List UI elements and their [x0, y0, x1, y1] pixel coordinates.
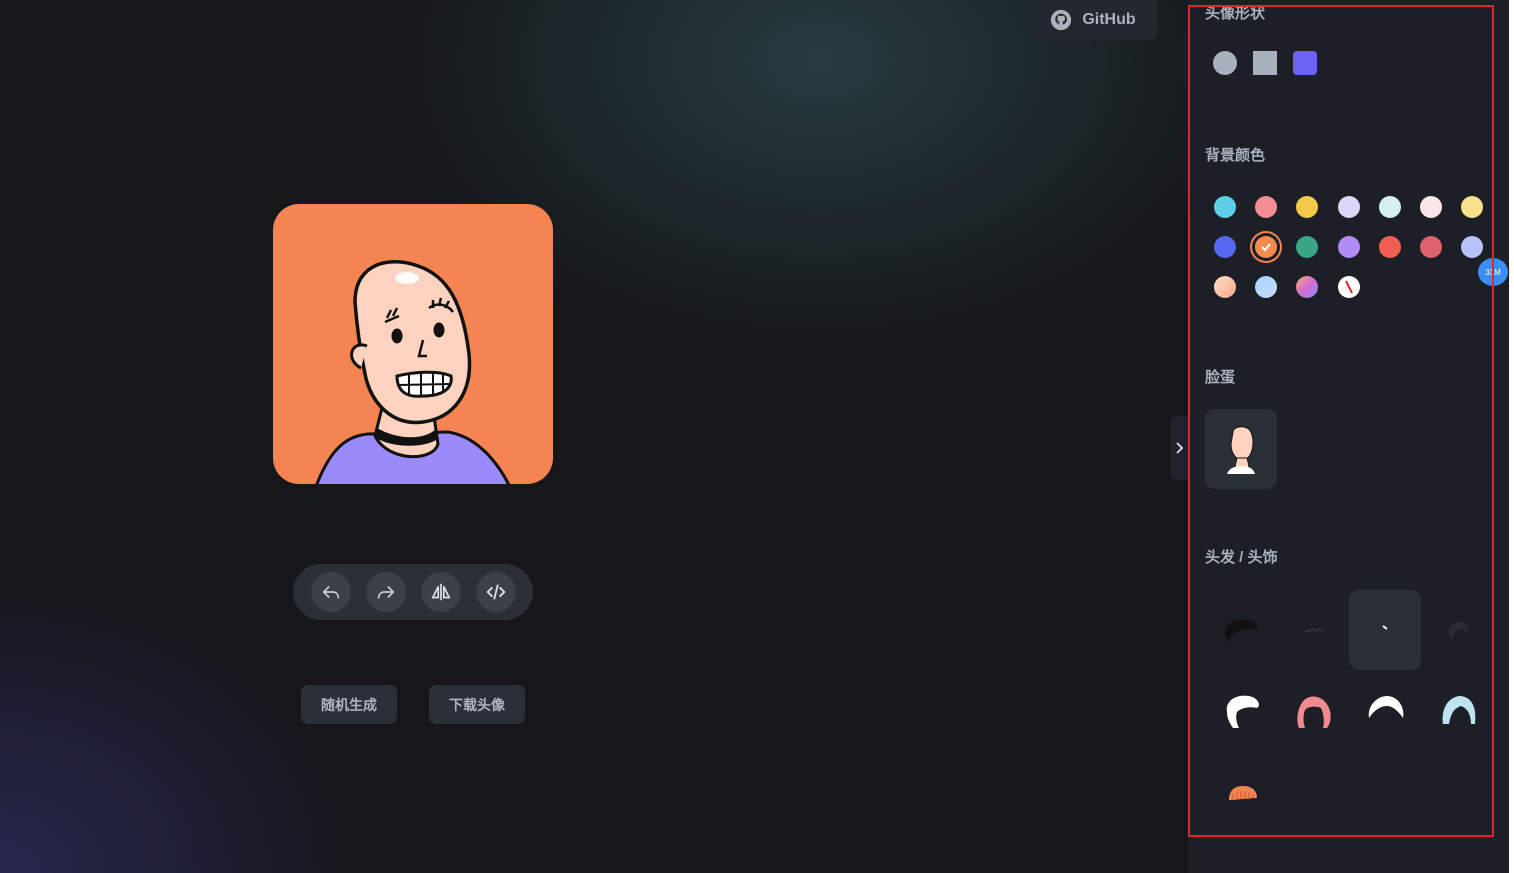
hair-option[interactable] — [1277, 670, 1349, 750]
bg-color-option[interactable] — [1214, 236, 1236, 258]
avatar-preview — [273, 204, 553, 484]
hair-style-icon — [1382, 625, 1388, 630]
hair-style-icon — [1229, 786, 1257, 800]
bg-color-option-gradient[interactable] — [1296, 276, 1318, 298]
hair-style-icon — [1226, 695, 1259, 728]
redo-button[interactable] — [365, 572, 406, 612]
hair-option[interactable] — [1421, 590, 1493, 670]
bg-color-option-gradient[interactable] — [1214, 276, 1236, 298]
shape-section-title: 头像形状 — [1205, 5, 1266, 22]
bg-color-option[interactable] — [1420, 196, 1442, 218]
random-generate-button[interactable]: 随机生成 — [301, 685, 397, 724]
code-icon — [485, 584, 506, 600]
flip-icon — [430, 583, 451, 601]
editor-toolbar — [293, 564, 533, 620]
github-icon — [1051, 9, 1072, 31]
flip-button[interactable] — [420, 572, 461, 612]
redo-icon — [377, 585, 395, 599]
bg-color-option-none[interactable] — [1338, 276, 1360, 298]
bg-color-option-selected[interactable] — [1255, 236, 1277, 258]
hair-option[interactable] — [1277, 590, 1349, 670]
undo-icon — [321, 585, 339, 599]
background-color-section-title: 背景颜色 — [1205, 147, 1266, 164]
hair-style-icon — [1304, 628, 1324, 633]
bg-color-option[interactable] — [1296, 236, 1318, 258]
bg-color-option[interactable] — [1255, 196, 1277, 218]
bg-color-option[interactable] — [1338, 236, 1360, 258]
status-badge: 33M — [1478, 258, 1508, 286]
hair-style-icon — [1442, 696, 1476, 724]
undo-button[interactable] — [310, 572, 351, 612]
bg-color-option[interactable] — [1379, 236, 1401, 258]
hair-style-icon — [1297, 696, 1331, 728]
shape-square-option[interactable] — [1253, 51, 1277, 75]
bg-color-option[interactable] — [1296, 196, 1318, 218]
check-icon — [1261, 243, 1271, 252]
bg-color-option[interactable] — [1379, 196, 1401, 218]
bg-color-option[interactable] — [1338, 196, 1360, 218]
bg-color-option[interactable] — [1461, 196, 1483, 218]
hair-option[interactable] — [1421, 670, 1493, 750]
hair-option[interactable] — [1205, 670, 1277, 750]
hair-style-icon — [1448, 621, 1470, 638]
hair-section-title: 头发 / 头饰 — [1205, 549, 1278, 566]
hair-style-icon — [1224, 619, 1258, 642]
shape-squircle-option[interactable] — [1293, 51, 1317, 75]
face-icon — [1227, 426, 1255, 474]
panel-collapse-button[interactable] — [1170, 416, 1188, 480]
github-label: GitHub — [1082, 11, 1136, 28]
no-color-slash-icon — [1345, 280, 1353, 294]
bg-color-option[interactable] — [1214, 196, 1236, 218]
shape-circle-option[interactable] — [1213, 51, 1237, 75]
bg-color-option[interactable] — [1420, 236, 1442, 258]
face-option[interactable] — [1205, 409, 1277, 489]
hair-option[interactable] — [1205, 750, 1277, 830]
hair-option-selected[interactable] — [1349, 590, 1421, 670]
chevron-right-icon — [1176, 442, 1184, 454]
github-button[interactable]: GitHub — [1029, 0, 1157, 40]
bg-color-option-gradient[interactable] — [1255, 276, 1277, 298]
face-section-title: 脸蛋 — [1205, 369, 1236, 386]
code-button[interactable] — [475, 572, 516, 612]
download-avatar-button[interactable]: 下载头像 — [429, 685, 525, 724]
hair-style-icon — [1368, 696, 1404, 718]
hair-option[interactable] — [1205, 590, 1277, 670]
hair-option[interactable] — [1349, 670, 1421, 750]
bg-color-option[interactable] — [1461, 236, 1483, 258]
scrollbar[interactable] — [1509, 0, 1514, 873]
